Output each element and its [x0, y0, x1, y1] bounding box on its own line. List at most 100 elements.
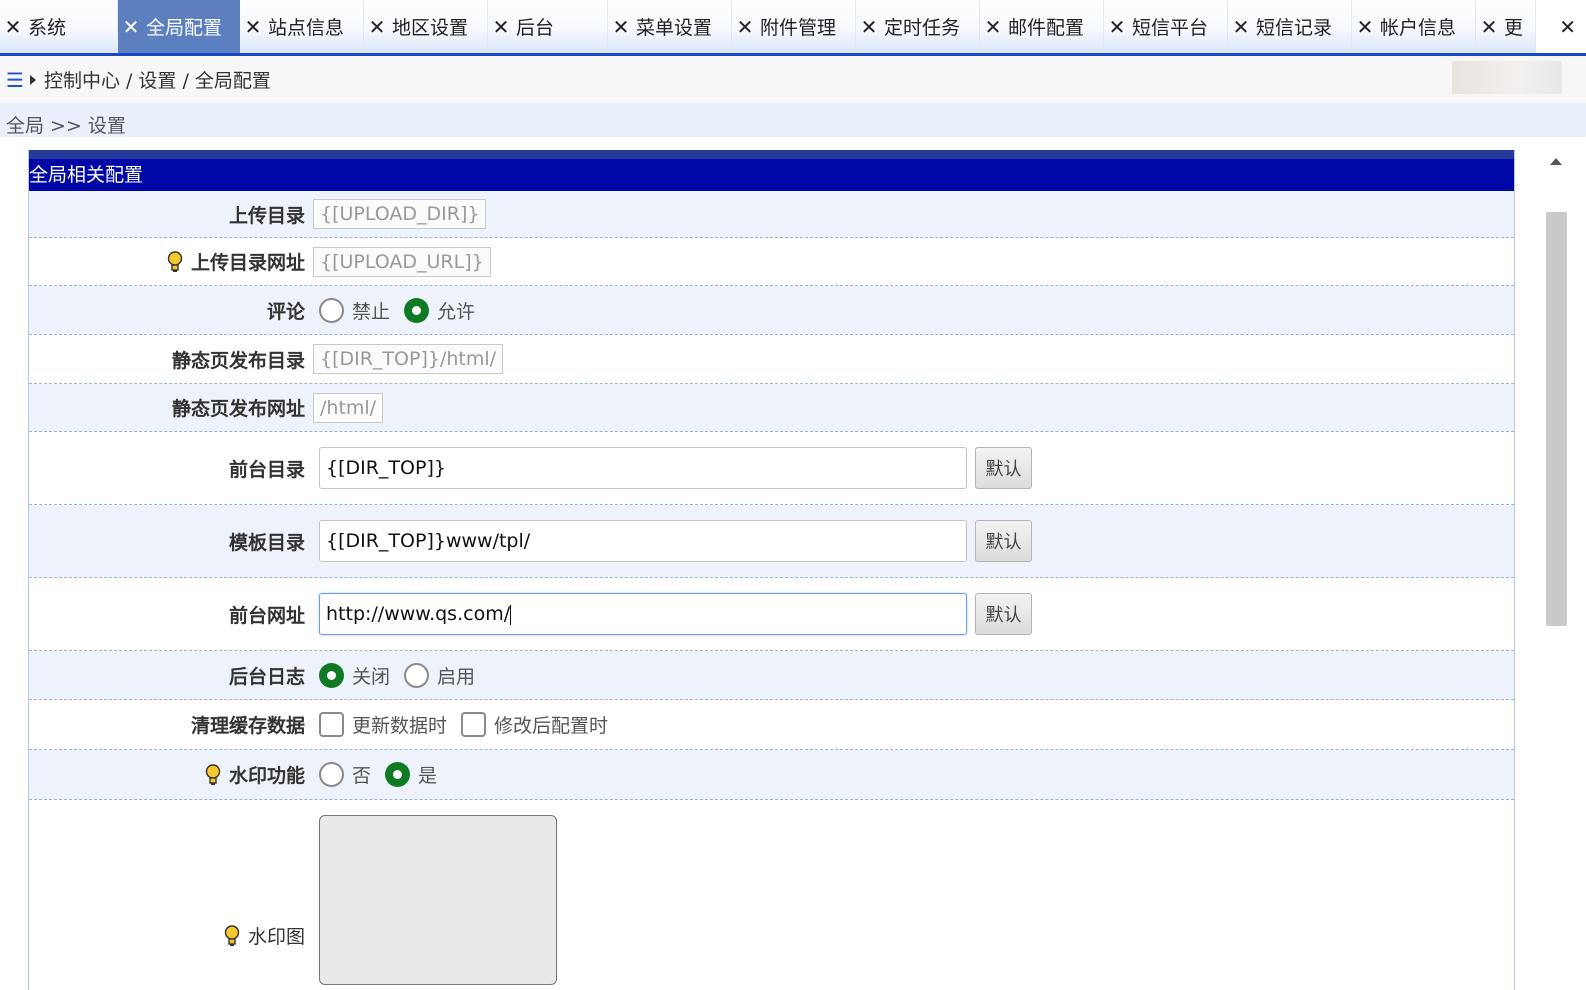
tab-label: 地区设置	[392, 17, 469, 39]
label-text: 上传目录网址	[190, 252, 305, 274]
cache-clear-on-config[interactable]: 修改后配置时	[461, 711, 608, 738]
radio-unchecked[interactable]	[404, 662, 430, 688]
static-url-value: /html/	[313, 392, 384, 423]
radio-unchecked[interactable]	[319, 297, 344, 323]
close-icon[interactable]: ✕	[244, 15, 262, 39]
label-text: 后台日志	[228, 665, 305, 688]
close-icon[interactable]: ✕	[1559, 0, 1576, 53]
breadcrumb-text: 控制中心 / 设置 / 全局配置	[43, 70, 271, 92]
row-upload-dir: 上传目录 {[UPLOAD_DIR]}	[29, 191, 1514, 238]
tab-label: 全局配置	[146, 17, 223, 39]
tab-label: 邮件配置	[1008, 17, 1085, 39]
checkbox[interactable]	[461, 712, 487, 737]
page-path: 全局 >> 设置	[0, 103, 1586, 137]
tab-label: 附件管理	[760, 17, 837, 39]
tab-global-config[interactable]: ✕ 全局配置	[118, 0, 240, 53]
field-label: 水印图	[29, 922, 305, 949]
field-label: 上传目录网址	[29, 248, 305, 275]
tab-label: 系统	[28, 17, 67, 39]
config-panel: 全局相关配置 上传目录 {[UPLOAD_DIR]} 上传目录网址 {[UPLO…	[28, 150, 1515, 990]
watermark-image-preview[interactable]	[319, 815, 557, 985]
tab-label: 更	[1504, 17, 1524, 39]
front-url-input[interactable]: http://www.qs.com/	[319, 593, 967, 635]
tab-region-settings[interactable]: ✕ 地区设置	[364, 0, 488, 53]
radio-checked[interactable]	[404, 297, 430, 323]
tab-system[interactable]: ✕ 系统	[0, 0, 118, 53]
radio-unchecked[interactable]	[319, 762, 344, 787]
lightbulb-icon[interactable]	[167, 250, 183, 273]
row-admin-log: 后台日志 关闭 启用	[29, 651, 1514, 700]
tab-sms-records[interactable]: ✕ 短信记录	[1228, 0, 1352, 53]
field-label: 后台日志	[29, 662, 305, 689]
comment-option-deny[interactable]: 禁止	[319, 297, 390, 324]
tab-label: 短信记录	[1256, 17, 1333, 39]
scrollbar-thumb[interactable]	[1546, 212, 1567, 626]
row-cache-clear: 清理缓存数据 更新数据时 修改后配置时	[29, 700, 1514, 750]
front-dir-default-button[interactable]: 默认	[975, 447, 1032, 489]
tpl-dir-input[interactable]: {[DIR_TOP]}www/tpl/	[319, 520, 967, 562]
close-icon[interactable]: ✕	[1232, 15, 1250, 39]
tab-label: 菜单设置	[636, 17, 713, 39]
label-text: 水印图	[247, 926, 305, 948]
cache-clear-on-update[interactable]: 更新数据时	[319, 711, 447, 738]
tpl-dir-default-button[interactable]: 默认	[975, 520, 1032, 562]
checkbox[interactable]	[319, 712, 344, 737]
tab-sms-platform[interactable]: ✕ 短信平台	[1104, 0, 1228, 53]
option-label: 否	[352, 765, 372, 787]
field-label: 清理缓存数据	[29, 711, 305, 738]
close-icon[interactable]: ✕	[492, 15, 510, 39]
vertical-scrollbar[interactable]	[1544, 150, 1568, 981]
scroll-up-icon[interactable]	[1550, 158, 1562, 165]
front-dir-input[interactable]: {[DIR_TOP]}	[319, 447, 967, 489]
radio-checked[interactable]	[385, 762, 411, 787]
radio-checked[interactable]	[319, 662, 344, 688]
tab-mail-config[interactable]: ✕ 邮件配置	[980, 0, 1104, 53]
row-front-url: 前台网址 http://www.qs.com/ 默认	[29, 578, 1514, 651]
label-text: 评论	[266, 300, 305, 323]
admin-log-option-on[interactable]: 启用	[404, 662, 475, 689]
tab-label: 后台	[516, 17, 555, 39]
tab-account-info[interactable]: ✕ 帐户信息	[1352, 0, 1476, 53]
avatar[interactable]	[1452, 61, 1562, 94]
tab-site-info[interactable]: ✕ 站点信息	[240, 0, 364, 53]
lightbulb-icon[interactable]	[205, 763, 221, 786]
watermark-option-yes[interactable]: 是	[385, 761, 437, 788]
row-static-url: 静态页发布网址 /html/	[29, 384, 1514, 432]
comment-option-allow[interactable]: 允许	[404, 297, 475, 324]
tab-more[interactable]: ✕ 更	[1476, 0, 1536, 53]
close-icon[interactable]: ✕	[736, 15, 754, 39]
tab-scheduled-tasks[interactable]: ✕ 定时任务	[856, 0, 980, 53]
admin-log-option-off[interactable]: 关闭	[319, 662, 390, 689]
menu-icon[interactable]: ☰	[6, 68, 24, 92]
field-label: 水印功能	[29, 761, 305, 788]
close-icon[interactable]: ✕	[860, 15, 878, 39]
text-cursor	[510, 604, 512, 625]
option-label: 允许	[437, 300, 476, 323]
watermark-option-no[interactable]: 否	[319, 761, 371, 788]
field-label: 前台目录	[29, 455, 305, 482]
close-icon[interactable]: ✕	[4, 15, 22, 39]
tab-attachment-management[interactable]: ✕ 附件管理	[732, 0, 856, 53]
lightbulb-icon[interactable]	[224, 924, 240, 947]
front-url-default-button[interactable]: 默认	[975, 593, 1032, 635]
tab-label: 短信平台	[1132, 17, 1209, 39]
option-label: 禁止	[352, 300, 391, 323]
row-comment: 评论 禁止 允许	[29, 286, 1514, 335]
upload-dir-value: {[UPLOAD_DIR]}	[313, 199, 487, 229]
caret-right-icon	[29, 74, 36, 85]
close-icon[interactable]: ✕	[984, 15, 1002, 39]
close-icon[interactable]: ✕	[368, 15, 386, 39]
field-label: 模板目录	[29, 528, 305, 555]
close-icon[interactable]: ✕	[612, 15, 630, 39]
close-icon[interactable]: ✕	[1356, 15, 1374, 39]
static-dir-value: {[DIR_TOP]}/html/	[313, 344, 504, 374]
field-label: 前台网址	[29, 601, 305, 628]
tab-menu-settings[interactable]: ✕ 菜单设置	[608, 0, 732, 53]
front-url-value: http://www.qs.com/	[326, 603, 511, 625]
close-icon[interactable]: ✕	[122, 15, 140, 39]
close-icon[interactable]: ✕	[1480, 15, 1498, 39]
tab-backend[interactable]: ✕ 后台	[488, 0, 608, 53]
close-icon[interactable]: ✕	[1108, 15, 1126, 39]
field-label: 上传目录	[29, 201, 305, 228]
tab-bar: ✕ 系统 ✕ 全局配置 ✕ 站点信息 ✕ 地区设置 ✕ 后台 ✕ 菜单设置 ✕ 附件管理 ✕ 定…	[0, 0, 1586, 56]
